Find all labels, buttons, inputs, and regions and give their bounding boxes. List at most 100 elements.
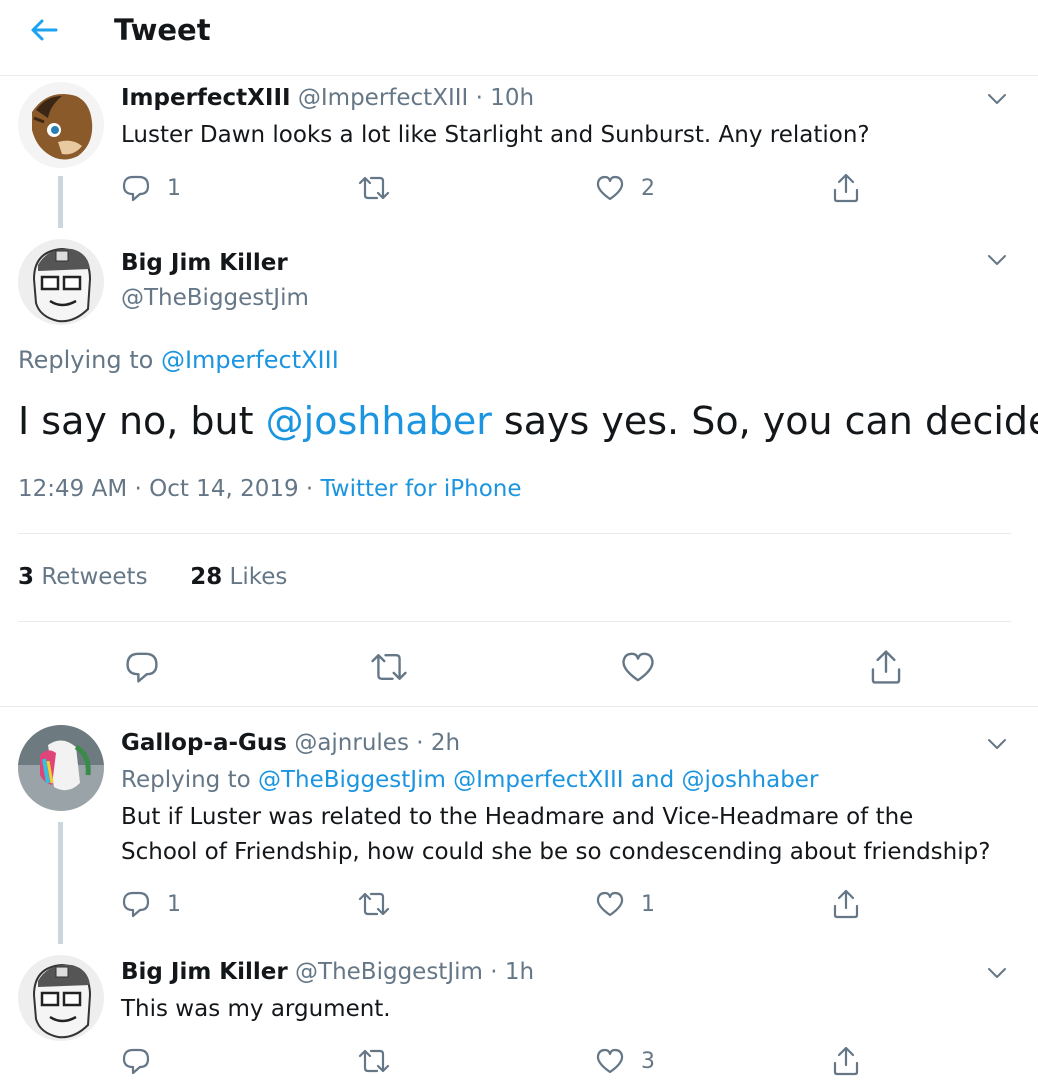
header: Tweet <box>0 0 1038 76</box>
author-handle[interactable]: @TheBiggestJim <box>295 959 483 985</box>
like-button[interactable]: 1 <box>595 886 655 922</box>
tweet-stats: 3 Retweets 28 Likes <box>18 562 287 592</box>
reply-count: 1 <box>167 175 181 201</box>
separator: · <box>475 85 483 111</box>
tweet-actions: 1 2 <box>121 170 881 206</box>
tweet-header: Gallop-a-Gus @ajnrules · 2h <box>121 728 460 758</box>
author-handle[interactable]: @ImperfectXIII <box>298 85 468 111</box>
separator: · <box>305 476 314 502</box>
share-icon <box>831 1045 861 1077</box>
share-button[interactable] <box>831 886 861 922</box>
reply-icon <box>121 1046 151 1076</box>
reply-button[interactable]: 1 <box>121 886 181 922</box>
mention-link[interactable]: @ImperfectXIII <box>161 346 339 374</box>
retweets-stat[interactable]: 3 Retweets <box>18 564 148 590</box>
chevron-down-icon[interactable] <box>986 249 1008 271</box>
tweet-text: But if Luster was related to the Headmar… <box>121 800 990 870</box>
replying-label: Replying to <box>18 346 154 374</box>
chevron-down-icon[interactable] <box>986 962 1008 984</box>
like-count: 3 <box>641 1048 655 1074</box>
retweet-button[interactable] <box>357 170 407 206</box>
tweet-text-part: says yes. So, you can decide! <box>503 399 1038 443</box>
like-button[interactable]: 3 <box>595 1043 655 1079</box>
tweet-text: This was my argument. <box>121 996 391 1022</box>
retweet-button[interactable] <box>357 1043 407 1079</box>
share-icon <box>831 172 861 204</box>
reply-icon <box>121 889 151 919</box>
replying-and[interactable]: and <box>631 767 674 793</box>
avatar[interactable] <box>18 239 104 325</box>
reply-button[interactable]: 1 <box>121 170 181 206</box>
retweets-label: Retweets <box>41 564 148 590</box>
back-arrow-icon[interactable] <box>22 12 66 48</box>
likes-stat[interactable]: 28 Likes <box>190 564 287 590</box>
tweet-actions: 3 <box>121 1043 881 1079</box>
tweet-source-link[interactable]: Twitter for iPhone <box>321 476 522 502</box>
page-title: Tweet <box>114 13 211 47</box>
reply-count: 1 <box>167 891 181 917</box>
author-name[interactable]: Big Jim Killer <box>121 959 288 985</box>
retweet-icon <box>357 173 391 203</box>
tweet-text-part: I say no, but <box>18 399 254 443</box>
retweet-button[interactable] <box>357 886 407 922</box>
author-name[interactable]: Gallop-a-Gus <box>121 730 287 756</box>
tweet-time[interactable]: 1h <box>505 959 534 985</box>
retweet-icon <box>357 889 391 919</box>
like-button[interactable] <box>620 645 656 689</box>
author-name[interactable]: Big Jim Killer <box>121 248 288 278</box>
retweet-icon <box>357 1046 391 1076</box>
divider <box>18 621 1011 622</box>
separator: · <box>416 730 424 756</box>
mention-link[interactable]: @TheBiggestJim @ImperfectXIII <box>258 767 624 793</box>
retweet-icon <box>369 649 409 685</box>
retweet-button[interactable] <box>369 645 409 689</box>
divider <box>18 533 1011 534</box>
tweet-header: Big Jim Killer @TheBiggestJim · 1h <box>121 957 534 987</box>
heart-icon <box>595 889 625 919</box>
share-button[interactable] <box>868 645 904 689</box>
tweet-text-line: But if Luster was related to the Headmar… <box>121 804 914 830</box>
mention-link[interactable]: @joshhaber <box>682 767 819 793</box>
thread-line <box>58 822 63 944</box>
avatar[interactable] <box>18 955 104 1041</box>
heart-icon <box>595 1046 625 1076</box>
share-button[interactable] <box>831 170 861 206</box>
tweet-timestamp[interactable]: 12:49 AM · Oct 14, 2019 <box>18 476 299 502</box>
reply-button[interactable] <box>124 645 160 689</box>
heart-icon <box>620 649 656 685</box>
tweet-text-line: School of Friendship, how could she be s… <box>121 839 991 865</box>
retweets-count: 3 <box>18 564 35 590</box>
avatar[interactable] <box>18 725 104 811</box>
chevron-down-icon[interactable] <box>986 733 1008 755</box>
author-handle[interactable]: @ajnrules <box>294 730 409 756</box>
mention-link[interactable]: @joshhaber <box>266 399 492 443</box>
share-icon <box>868 648 904 686</box>
likes-count: 28 <box>190 564 223 590</box>
replying-to: Replying to @TheBiggestJim @ImperfectXII… <box>121 765 818 795</box>
share-icon <box>831 888 861 920</box>
like-count: 1 <box>641 891 655 917</box>
tweet-meta: 12:49 AM · Oct 14, 2019 · Twitter for iP… <box>18 474 522 504</box>
tweet-time[interactable]: 10h <box>490 85 534 111</box>
separator: · <box>490 959 498 985</box>
tweet-actions: 1 1 <box>121 886 881 922</box>
chevron-down-icon[interactable] <box>986 88 1008 110</box>
share-button[interactable] <box>831 1043 861 1079</box>
like-button[interactable]: 2 <box>595 170 655 206</box>
thread-line <box>58 176 63 228</box>
reply-icon <box>121 173 151 203</box>
reply-icon <box>124 649 160 685</box>
like-count: 2 <box>641 175 655 201</box>
author-name[interactable]: ImperfectXIII <box>121 85 291 111</box>
reply-button[interactable] <box>121 1043 167 1079</box>
tweet-time[interactable]: 2h <box>431 730 460 756</box>
avatar[interactable] <box>18 82 104 168</box>
tweet-text: Luster Dawn looks a lot like Starlight a… <box>121 122 870 148</box>
divider <box>0 706 1038 707</box>
author-handle[interactable]: @TheBiggestJim <box>121 283 309 313</box>
replying-to: Replying to @ImperfectXIII <box>18 344 339 376</box>
replying-label: Replying to <box>121 767 251 793</box>
likes-label: Likes <box>229 564 288 590</box>
heart-icon <box>595 173 625 203</box>
main-tweet-actions <box>0 645 1038 689</box>
